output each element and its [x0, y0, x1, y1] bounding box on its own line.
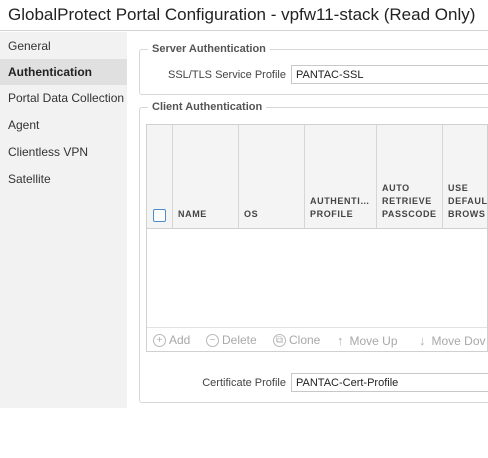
move-up-button[interactable]: ↑ Move Up	[337, 333, 398, 348]
cert-profile-field[interactable]: PANTAC-Cert-Profile	[291, 373, 488, 392]
dialog-title: GlobalProtect Portal Configuration - vpf…	[8, 5, 476, 24]
clone-label: Clone	[289, 333, 321, 347]
add-icon: +	[153, 333, 166, 347]
cert-profile-label: Certificate Profile	[202, 377, 286, 389]
column-auto-retrieve-passcode[interactable]: AUTO RETRIEVE PASSCODE	[377, 125, 443, 229]
column-name-label: NAME	[178, 209, 207, 219]
column-auth-profile[interactable]: AUTHENTI… PROFILE	[305, 125, 377, 229]
column-use-default-browser[interactable]: USE DEFAUL BROWS	[443, 125, 488, 229]
ssl-profile-label: SSL/TLS Service Profile	[168, 69, 286, 81]
delete-button[interactable]: − Delete	[206, 333, 257, 347]
sidebar-item-general[interactable]: General	[0, 33, 127, 59]
column-use-default-label: USE DEFAUL BROWS	[448, 183, 488, 219]
move-down-label: Move Dov	[431, 333, 486, 348]
select-all-column	[147, 125, 173, 229]
portal-config-dialog: GlobalProtect Portal Configuration - vpf…	[0, 0, 488, 408]
sidebar-item-portal-data-collection[interactable]: Portal Data Collection	[0, 85, 127, 111]
add-label: Add	[169, 333, 191, 347]
grid-toolbar: + Add − Delete ⧉ Clone ↑ Move Up ↓ Move …	[147, 327, 487, 351]
delete-icon: −	[206, 333, 219, 347]
client-auth-grid: NAME OS AUTHENTI… PROFILE AUTO RETRIEVE …	[146, 124, 488, 352]
sidebar-item-authentication[interactable]: Authentication	[0, 59, 127, 85]
arrow-down-icon: ↓	[419, 333, 426, 348]
grid-header: NAME OS AUTHENTI… PROFILE AUTO RETRIEVE …	[147, 125, 488, 229]
column-os-label: OS	[244, 209, 259, 219]
move-down-button[interactable]: ↓ Move Dov	[419, 333, 486, 348]
column-name[interactable]: NAME	[173, 125, 239, 229]
client-auth-legend: Client Authentication	[148, 101, 267, 113]
clone-icon: ⧉	[273, 333, 286, 347]
dialog-titlebar: GlobalProtect Portal Configuration - vpf…	[0, 0, 488, 31]
column-auth-profile-label: AUTHENTI… PROFILE	[310, 196, 370, 219]
move-up-label: Move Up	[349, 333, 398, 348]
sidebar-item-satellite[interactable]: Satellite	[0, 166, 127, 192]
sidebar-item-agent[interactable]: Agent	[0, 112, 127, 138]
ssl-profile-field[interactable]: PANTAC-SSL	[291, 65, 488, 84]
server-auth-legend: Server Authentication	[148, 43, 270, 55]
sidebar-nav: General Authentication Portal Data Colle…	[0, 32, 127, 408]
column-os[interactable]: OS	[239, 125, 305, 229]
sidebar-item-clientless-vpn[interactable]: Clientless VPN	[0, 139, 127, 165]
clone-button[interactable]: ⧉ Clone	[273, 333, 320, 347]
column-auto-retrieve-label: AUTO RETRIEVE PASSCODE	[382, 183, 437, 219]
delete-label: Delete	[222, 333, 257, 347]
add-button[interactable]: + Add	[153, 333, 190, 347]
select-all-checkbox[interactable]	[153, 209, 166, 222]
arrow-up-icon: ↑	[337, 333, 344, 348]
